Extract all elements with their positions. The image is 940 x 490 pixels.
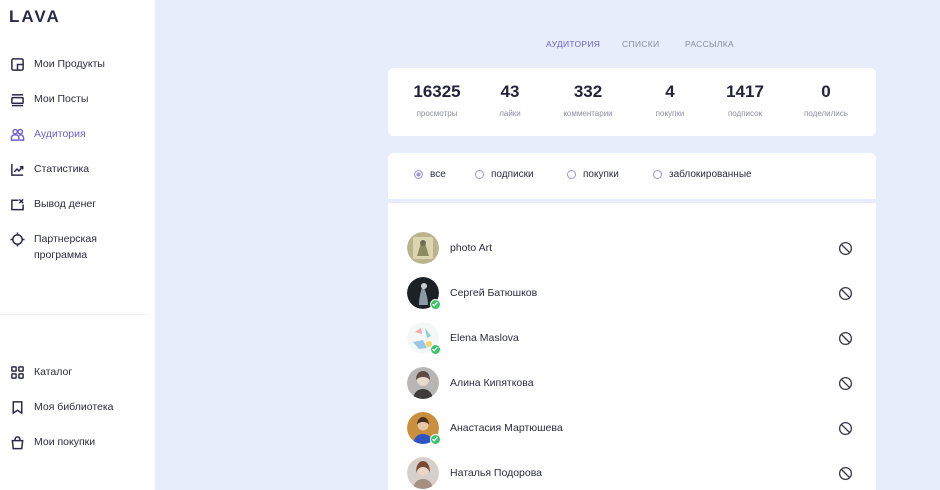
stat-label: поделились (804, 109, 848, 118)
sidebar-item-partner-program[interactable]: Партнерская программа (10, 231, 150, 263)
sidebar-item-label: Статистика (34, 163, 90, 175)
block-user-button[interactable] (838, 466, 853, 481)
radio-button[interactable] (475, 170, 484, 179)
list-item[interactable]: Алина Кипяткова (388, 363, 876, 403)
sidebar-item-withdraw[interactable]: Вывод денег (10, 196, 150, 212)
stat-label: комментарии (563, 109, 613, 118)
user-name: Наталья Подорова (450, 467, 543, 479)
withdraw-icon (10, 197, 25, 212)
catalog-grid-icon (10, 365, 25, 380)
sidebar-item-label: Вывод денег (34, 198, 97, 210)
filter-label: покупки (583, 169, 619, 180)
verified-badge-icon (430, 434, 441, 445)
user-name: Алина Кипяткова (450, 377, 534, 389)
list-item[interactable]: Elena Maslova (388, 318, 876, 358)
list-item[interactable]: Наталья Подорова (388, 453, 876, 490)
user-name: Сергей Батюшков (450, 287, 538, 299)
block-icon (838, 331, 853, 346)
filter-blocked[interactable]: заблокированные (653, 169, 752, 180)
logo[interactable]: LAVA (9, 7, 61, 27)
sidebar-item-my-products[interactable]: Мои Продукты (10, 56, 150, 72)
stat-value: 332 (573, 82, 603, 101)
filter-all[interactable]: все (414, 169, 446, 180)
user-name: photo Art (450, 242, 493, 254)
sidebar-item-label: Мои Продукты (34, 58, 105, 70)
stat-comments: 332 комментарии (543, 82, 633, 118)
block-user-button[interactable] (838, 286, 853, 301)
tab-mailing[interactable]: РАССЫЛКА (685, 39, 734, 49)
sidebar: LAVA Мои Продукты Мои Посты Аудитория Ст… (0, 0, 155, 490)
chart-icon (10, 162, 25, 177)
block-user-button[interactable] (838, 421, 853, 436)
user-name: Анастасия Мартюшева (450, 422, 563, 434)
stat-likes: 43 лайки (465, 82, 555, 118)
list-item[interactable]: Сергей Батюшков (388, 273, 876, 313)
block-icon (838, 241, 853, 256)
stat-subscriptions: 1417 подписок (700, 82, 790, 118)
avatar[interactable] (407, 322, 441, 355)
bookmark-icon (10, 400, 25, 415)
verified-badge-icon (430, 299, 441, 310)
sidebar-item-my-library[interactable]: Моя библиотека (10, 399, 150, 415)
block-user-button[interactable] (838, 331, 853, 346)
sidebar-item-audience[interactable]: Аудитория (10, 126, 150, 142)
block-icon (838, 466, 853, 481)
stats-card: 16325 просмотры 43 лайки 332 комментарии… (388, 68, 876, 136)
sidebar-item-label: Мои покупки (34, 436, 96, 448)
sidebar-item-my-posts[interactable]: Мои Посты (10, 91, 150, 107)
audience-list: photo Art Сергей Батюшков Elena Maslova (388, 203, 876, 490)
sidebar-item-statistics[interactable]: Статистика (10, 161, 150, 177)
list-item[interactable]: Анастасия Мартюшева (388, 408, 876, 448)
products-icon (10, 57, 25, 72)
filter-card: все подписки покупки заблокированные (388, 153, 876, 199)
sidebar-item-catalog[interactable]: Каталог (10, 364, 150, 380)
filter-label: все (430, 169, 446, 180)
sidebar-divider (0, 314, 148, 315)
radio-button[interactable] (567, 170, 576, 179)
block-user-button[interactable] (838, 376, 853, 391)
stat-label: подписок (727, 109, 763, 118)
radio-button[interactable] (414, 170, 423, 179)
user-name: Elena Maslova (450, 332, 519, 344)
sidebar-item-label: Моя библиотека (34, 401, 114, 413)
stat-label: лайки (499, 109, 521, 118)
avatar[interactable] (407, 367, 439, 399)
avatar[interactable] (407, 457, 439, 489)
filter-subscriptions[interactable]: подписки (475, 169, 534, 180)
block-user-button[interactable] (838, 241, 853, 256)
filter-label: подписки (491, 169, 534, 180)
crosshair-icon (10, 232, 25, 247)
shopping-bag-icon (10, 435, 25, 450)
verified-badge-icon (430, 344, 441, 355)
block-icon (838, 286, 853, 301)
filter-label: заблокированные (669, 169, 752, 180)
tab-lists[interactable]: СПИСКИ (622, 39, 659, 49)
sidebar-item-label: Каталог (34, 366, 73, 378)
sidebar-item-label: Партнерская программа (34, 231, 97, 263)
sidebar-item-label-line2: программа (34, 249, 88, 261)
radio-button[interactable] (653, 170, 662, 179)
avatar[interactable] (407, 412, 441, 445)
sidebar-item-label: Аудитория (34, 128, 86, 140)
sidebar-item-my-purchases[interactable]: Мои покупки (10, 434, 150, 450)
sidebar-item-label: Мои Посты (34, 93, 89, 105)
stat-shared: 0 поделились (781, 82, 871, 118)
stat-value: 1417 (726, 82, 764, 101)
tab-audience[interactable]: АУДИТОРИЯ (546, 39, 600, 49)
avatar[interactable] (407, 277, 441, 310)
audience-icon (10, 127, 25, 142)
block-icon (838, 376, 853, 391)
sidebar-item-label-line1: Партнерская (34, 233, 97, 245)
filter-purchases[interactable]: покупки (567, 169, 619, 180)
block-icon (838, 421, 853, 436)
posts-icon (10, 92, 25, 107)
stat-value: 0 (821, 82, 831, 101)
stat-value: 43 (500, 82, 520, 101)
list-item[interactable]: photo Art (388, 228, 876, 268)
avatar[interactable] (407, 232, 439, 264)
